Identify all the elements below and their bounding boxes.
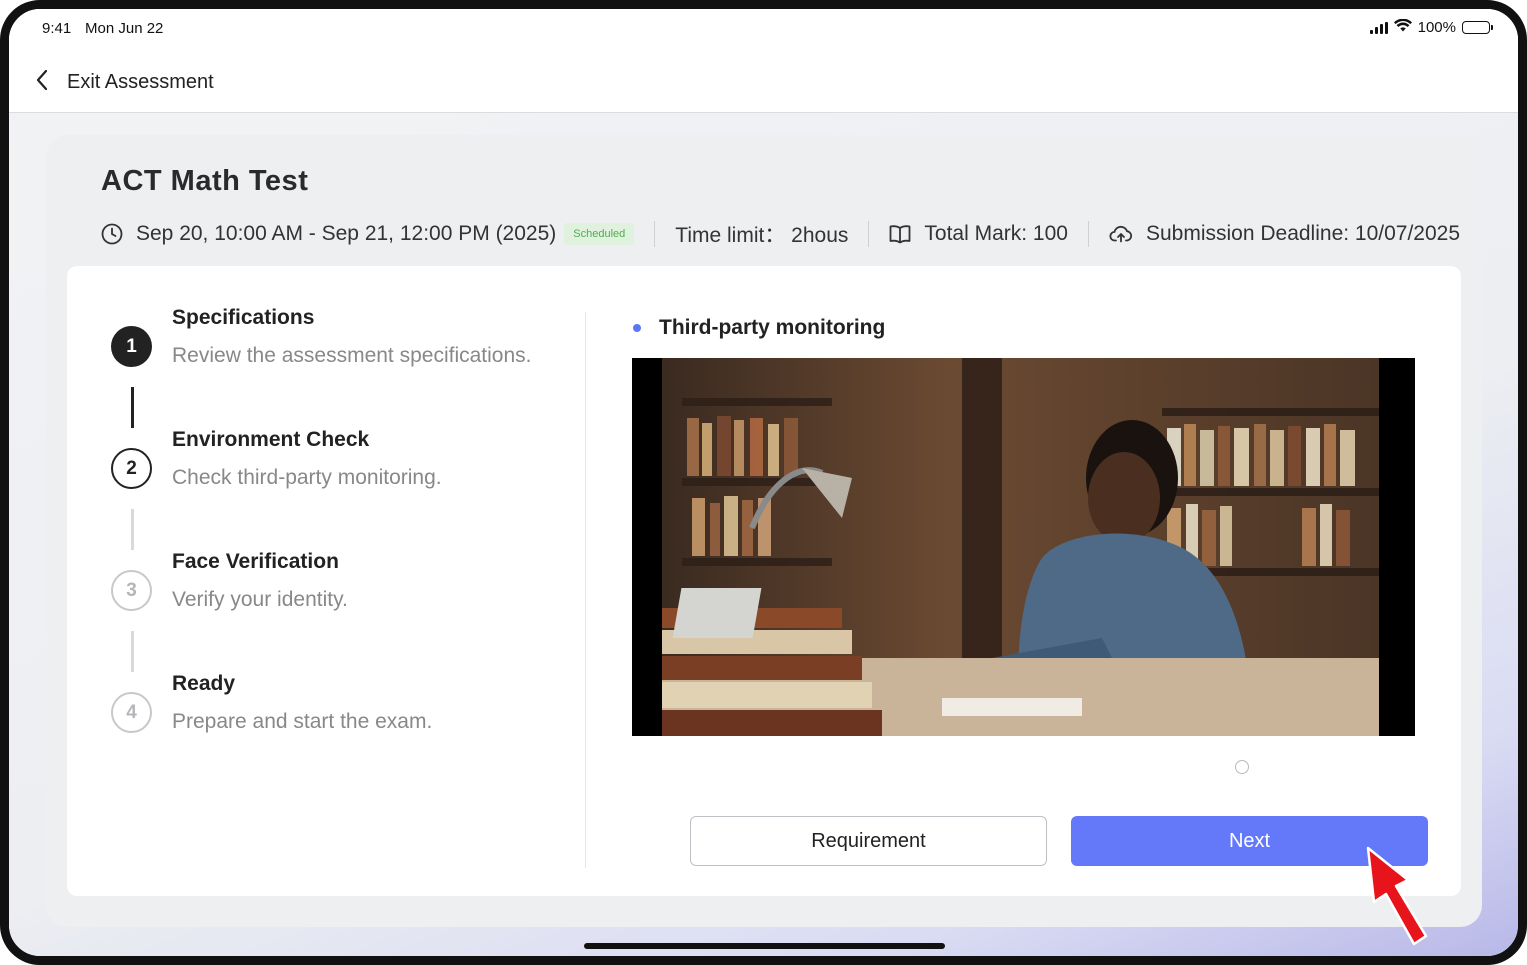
step-number: 3: [111, 570, 152, 611]
monitoring-heading: Third-party monitoring: [633, 316, 885, 340]
total-mark-text: Total Mark: 100: [924, 222, 1068, 245]
bullet-dot: [633, 324, 641, 332]
meta-divider: [654, 221, 656, 247]
requirement-button[interactable]: Requirement: [690, 816, 1047, 866]
page-title: ACT Math Test: [101, 165, 309, 197]
step-description: Review the assessment specifications.: [172, 344, 532, 367]
meta-divider: [868, 221, 870, 247]
step-number: 2: [111, 448, 152, 489]
steps-panel: 1 Specifications Review the assessment s…: [67, 266, 1461, 896]
book-icon: [889, 224, 911, 244]
assessment-card: ACT Math Test Sep 20, 10:00 AM - Sep 21,…: [46, 135, 1482, 927]
panel-divider: [585, 312, 586, 868]
step-title: Environment Check: [172, 428, 370, 451]
top-nav: Exit Assessment: [9, 49, 1518, 113]
step-title: Specifications: [172, 306, 315, 329]
time-limit-text: Time limit： 2hous: [675, 224, 849, 247]
battery-icon: [1462, 21, 1493, 34]
step-connector: [131, 509, 134, 550]
status-date: Mon Jun 22: [85, 20, 164, 37]
clock-icon: [101, 223, 123, 245]
status-time: 9:41: [42, 20, 72, 37]
step-description: Check third-party monitoring.: [172, 466, 442, 489]
step-title: Face Verification: [172, 550, 339, 573]
chevron-left-icon: [35, 69, 49, 96]
meta-divider: [1087, 221, 1089, 247]
wifi-icon: [1393, 18, 1412, 36]
step-description: Prepare and start the exam.: [172, 710, 433, 733]
test-meta-row: Sep 20, 10:00 AM - Sep 21, 12:00 PM (202…: [101, 219, 1460, 249]
monitoring-video-feed: [632, 358, 1415, 736]
camera-preview-image: [662, 358, 1379, 736]
device-frame: 9:41 Mon Jun 22 100% Exit Assessment ACT…: [0, 0, 1527, 965]
stepper: 1 Specifications Review the assessment s…: [67, 266, 585, 896]
step-connector: [131, 387, 134, 428]
status-bar: 9:41 Mon Jun 22 100%: [9, 9, 1518, 49]
home-indicator: [584, 943, 945, 949]
step-number: 4: [111, 692, 152, 733]
step-connector: [131, 631, 134, 672]
carousel-dot[interactable]: [1235, 760, 1249, 774]
battery-percent: 100%: [1417, 19, 1456, 36]
exit-assessment-label: Exit Assessment: [67, 71, 214, 93]
step-number: 1: [111, 326, 152, 367]
cursor-arrow-icon: [1358, 840, 1438, 955]
exit-assessment-button[interactable]: Exit Assessment: [35, 69, 214, 96]
status-indicators: 100%: [1369, 18, 1493, 36]
signal-icon: [1369, 21, 1388, 34]
step-title: Ready: [172, 672, 236, 695]
monitoring-heading-label: Third-party monitoring: [659, 316, 886, 339]
status-badge: Scheduled: [564, 223, 635, 245]
screen: 9:41 Mon Jun 22 100% Exit Assessment ACT…: [9, 9, 1518, 956]
deadline-text: Submission Deadline: 10/07/2025: [1145, 222, 1461, 245]
cloud-upload-icon: [1109, 224, 1133, 244]
step-description: Verify your identity.: [172, 588, 348, 611]
schedule-text: Sep 20, 10:00 AM - Sep 21, 12:00 PM (202…: [136, 222, 557, 245]
